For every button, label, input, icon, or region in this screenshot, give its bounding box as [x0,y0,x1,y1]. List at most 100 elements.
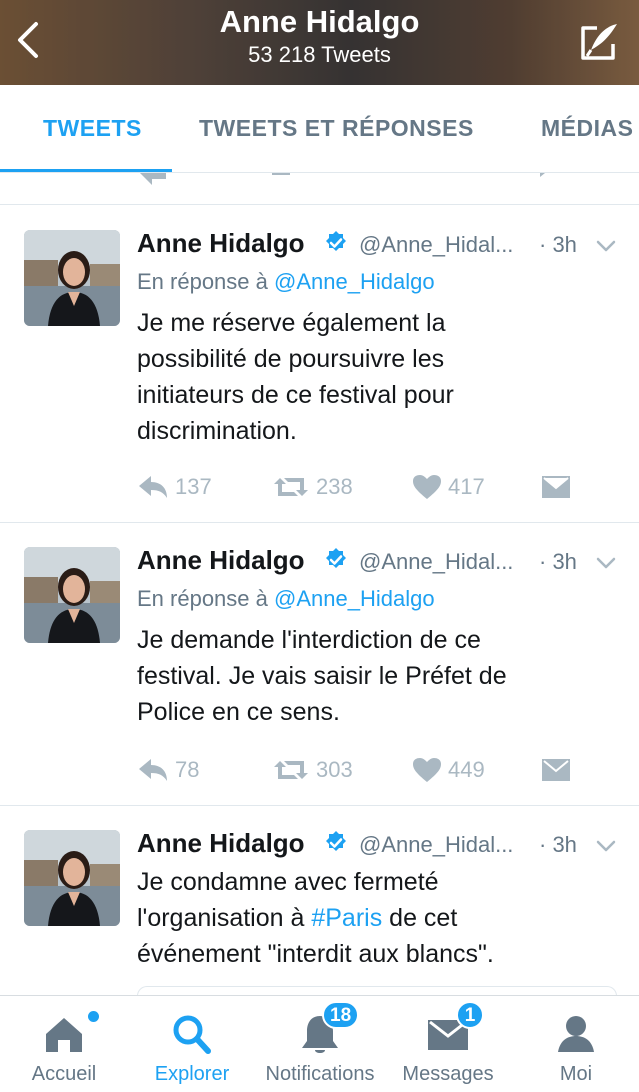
tweet-text-line: Police en ce sens. [137,698,340,726]
tweet-time[interactable]: · 3h [539,549,577,575]
tweet-text-line: possibilité de poursuivre les [137,345,445,373]
retweet-button[interactable]: 238 [272,472,353,502]
chevron-down-icon[interactable] [594,234,618,258]
tweet-time[interactable]: · 3h [539,232,577,258]
nav-explore[interactable]: Explorer [128,996,256,1092]
verified-badge-icon [326,548,346,568]
avatar[interactable] [24,547,120,643]
tweet-actions: 78 303 449 [137,755,587,785]
text-segment: l'organisation à [137,904,312,932]
direct-message-button[interactable] [541,472,571,502]
profile-tabs: TWEETS TWEETS ET RÉPONSES MÉDIAS [0,85,639,173]
bottom-tab-bar: Accueil Explorer 18 Notifications 1 Mess… [0,995,639,1092]
nav-label: Accueil [31,1063,97,1085]
nav-me[interactable]: Moi [512,996,639,1092]
tweet[interactable]: Anne Hidalgo @Anne_Hidal... · 3h Je cond… [0,806,639,995]
reply-prefix: En réponse à [137,586,268,611]
tweet-text-line: événement "interdit aux blancs". [137,940,494,968]
previous-tweet-actions [0,173,639,185]
reply-count: 78 [175,757,200,782]
heart-icon [413,475,441,499]
tweet[interactable]: Anne Hidalgo @Anne_Hidal... · 3h En répo… [0,523,639,806]
profile-name: Anne Hidalgo [219,4,420,39]
verified-badge-icon [326,231,346,251]
like-button[interactable]: 417 [412,472,485,502]
tweet-text: Je condamne avec fermeté l'organisation … [137,864,607,972]
search-icon [173,1015,211,1054]
avatar-image [24,230,120,326]
chevron-down-icon[interactable] [594,834,618,858]
profile-icon [558,1016,594,1052]
profile-header: Anne Hidalgo 53 218 Tweets [0,0,639,85]
tab-tweets-et-reponses[interactable]: TWEETS ET RÉPONSES [199,115,474,142]
tweet-actions: 137 238 417 [137,472,587,502]
author-handle[interactable]: @Anne_Hidal... [359,549,513,575]
direct-message-button[interactable] [541,755,571,785]
reply-context: En réponse à @Anne_Hidalgo [137,586,435,612]
separator [0,187,639,205]
avatar-image [24,547,120,643]
tweet-text-line: Je demande l'interdiction de ce [137,626,481,654]
reply-button[interactable]: 137 [137,472,212,502]
avatar[interactable] [24,830,120,926]
tweet-text-line: initiateurs de ce festival pour [137,381,454,409]
author-handle[interactable]: @Anne_Hidal... [359,832,513,858]
reply-context: En réponse à @Anne_Hidalgo [137,269,435,295]
like-count: 449 [448,757,485,782]
retweet-count: 238 [316,474,353,499]
retweet-icon [274,761,308,779]
nav-label: Notifications [265,1063,375,1085]
tweet-text-line: festival. Je vais saisir le Préfet de [137,662,507,690]
reply-icon [139,476,167,498]
new-content-dot [88,1011,99,1022]
retweet-button[interactable]: 303 [272,755,353,785]
text-segment: de cet [382,904,458,932]
retweet-icon [274,478,308,496]
author-handle[interactable]: @Anne_Hidal... [359,232,513,258]
hashtag-link[interactable]: #Paris [311,904,382,932]
avatar-image [24,830,120,926]
envelope-icon [542,759,570,781]
like-count: 417 [448,474,485,499]
nav-notifications[interactable]: 18 Notifications [256,996,384,1092]
reply-mention-link[interactable]: @Anne_Hidalgo [274,269,435,294]
nav-home[interactable]: Accueil [0,996,128,1092]
tweet-count: 53 218 Tweets [248,42,391,67]
nav-label: Explorer [154,1063,230,1085]
reply-prefix: En réponse à [137,269,268,294]
reply-button[interactable]: 78 [137,755,199,785]
tweet-timeline[interactable]: Anne Hidalgo @Anne_Hidal... · 3h En répo… [0,173,639,995]
compose-tweet-icon [581,24,617,60]
chevron-down-icon[interactable] [594,551,618,575]
tweet-text: Je demande l'interdiction de ce festival… [137,622,607,730]
reply-icon [139,759,167,781]
heart-icon [413,758,441,782]
compose-button[interactable] [577,20,621,64]
verified-badge-icon [326,831,346,851]
author-name[interactable]: Anne Hidalgo [137,828,305,859]
tab-tweets[interactable]: TWEETS [43,115,142,142]
avatar[interactable] [24,230,120,326]
reply-count: 137 [175,474,212,499]
messages-badge: 1 [456,1001,484,1029]
like-button[interactable]: 449 [412,755,485,785]
retweet-count: 303 [316,757,353,782]
tweet-text-line: Je me réserve également la [137,309,446,337]
tweet-time[interactable]: · 3h [539,832,577,858]
tweet[interactable]: Anne Hidalgo @Anne_Hidal... · 3h En répo… [0,206,639,523]
envelope-icon [542,476,570,498]
tweet-text-line: l'organisation à #Paris de cet [137,900,607,936]
nav-messages[interactable]: 1 Messages [384,996,512,1092]
tweet-text-line: discrimination. [137,417,297,445]
nav-label: Messages [402,1063,494,1085]
notifications-badge: 18 [322,1001,360,1029]
author-name[interactable]: Anne Hidalgo [137,228,305,259]
home-icon [46,1018,82,1052]
author-name[interactable]: Anne Hidalgo [137,545,305,576]
nav-label: Moi [559,1063,593,1085]
tweet-text-line: Je condamne avec fermeté [137,868,439,896]
media-card-preview[interactable] [137,986,617,995]
tab-medias[interactable]: MÉDIAS [541,115,633,142]
tweet-text: Je me réserve également la possibilité d… [137,305,607,449]
reply-mention-link[interactable]: @Anne_Hidalgo [274,586,435,611]
